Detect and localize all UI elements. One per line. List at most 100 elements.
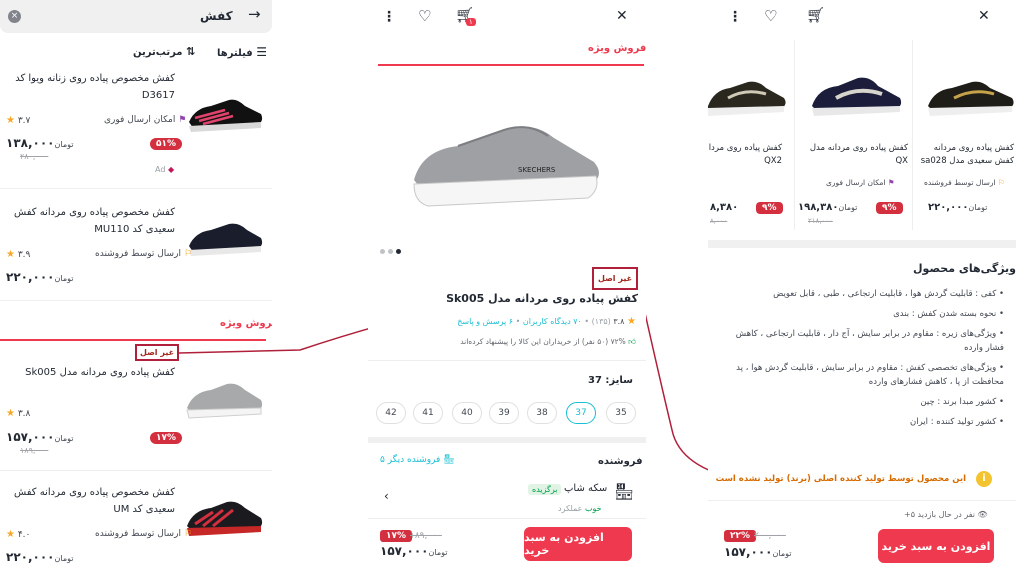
list-item[interactable]: کفش مخصوص پیاده روی مردانه کفش سعیدی کد … [0,200,272,300]
price-value: ۱۹۸,۳۸۰ [798,202,839,213]
more-icon[interactable]: ⋮ [382,10,396,24]
rating-count: (۱۳۵) [591,317,611,326]
back-arrow-icon[interactable]: → [248,7,261,22]
fast-shipping-icon: ⚑ [178,115,187,125]
cart-icon[interactable]: 🛒︎ [806,8,825,23]
feature-item: • کفی : قابلیت گردش هوا ، قابلیت ارتجاعی… [773,289,1004,299]
visitors-row: +۵ نفر در حال بازدید 👁︎ [904,510,988,519]
thumbs-up-icon: 👍︎ [628,337,636,346]
close-icon[interactable]: ✕ [978,9,990,23]
feature-item: • کشور تولید کننده : ایران [910,417,1004,427]
sort-icon: ⇅ [185,45,196,58]
product-main-image: SKECHERS [413,126,599,207]
other-sellers-link[interactable]: ۵ فروشنده دیگر 🏪︎ [380,455,455,465]
product-title: کفش مخصوص پیاده روی زنانه ویوا کد D3617 [15,73,175,101]
section-gap [368,437,646,443]
feature-item: • کشور مبدا برند : چین [920,397,1004,407]
close-icon[interactable]: ✕ [616,9,628,23]
product-title: کفش مخصوص پیاده روی مردانه کفش سعیدی کد … [13,207,175,235]
search-input[interactable]: کفش [200,9,233,23]
ad-icon: ◆ [167,165,175,174]
list-item[interactable]: کفش مخصوص پیاده روی زنانه ویوا کد D3617 … [0,70,272,188]
price-value: ۱۵۷,۰۰۰ [724,545,773,559]
chevron-left-icon: ‹ [384,489,389,503]
eye-icon: 👁︎ [977,510,988,519]
shipping-badge: ارسال توسط فروشنده ⚐ [924,178,1005,187]
discount-badge: ۲۲% [724,530,757,542]
price: تومان۲۲۰,۰۰۰ [6,270,75,284]
size-option-selected[interactable]: 37 [566,402,596,424]
top-bar: ⋮ ♡ 🛒︎ ۱ ✕ [368,0,646,36]
old-price: ۲۱۸,۰۰۰ [808,217,833,225]
divider [0,300,272,301]
section-gap [708,240,1016,248]
rating-value: ۳.۸ [613,317,625,326]
seller-shipping-icon: ⚐ [183,249,192,259]
favorite-icon[interactable]: ♡ [418,9,431,24]
performance-value: خوب [585,504,602,513]
discount-badge: ۹% [756,202,783,214]
old-price: ۱۸۹,۰۰۰ [410,531,442,541]
size-option[interactable]: 40 [452,402,482,424]
info-icon: i [976,471,992,487]
price-value: ۲۲۰,۰۰۰ [6,270,55,284]
carousel-card[interactable]: کفش پیاده روی مردانه مدل QX امکان ارسال … [796,40,912,230]
old-price: ۸,۰۰۰ [710,217,728,225]
add-to-cart-button[interactable]: افزودن به سبد خرید [878,529,994,563]
size-option[interactable]: 38 [527,402,557,424]
rating-value: ۳.۸ [17,409,31,419]
rating: ★ ۳.۷ [6,115,30,126]
special-sale-heading: فروش ویژه [220,318,272,329]
carousel-card[interactable]: کفش پیاده روی مردانه مدل QX2 ۹% ۸,۳۸۰ ۸,… [708,40,794,230]
qa-link[interactable]: ۶ پرسش و پاسخ [457,317,513,326]
product-image [189,99,263,132]
ad-text: Ad [155,165,166,174]
clear-icon[interactable]: × [8,10,21,23]
divider [368,518,646,519]
store-icon: 🏪︎ [614,482,635,501]
star-icon: ★ [6,408,15,419]
rating-row: ★ ۳.۸ (۱۳۵) • ۷۰ دیدگاه کاربران • ۶ پرسش… [457,316,636,327]
svg-text:SKECHERS: SKECHERS [518,166,556,174]
list-item[interactable]: غیر اصل کفش پیاده روی مردانه مدل Sk005 ★… [0,344,272,466]
size-option[interactable]: 39 [489,402,519,424]
search-bar[interactable]: × کفش → [0,0,272,33]
old-price: ۲۰۰,۰۰۰ [754,531,786,541]
product-carousel[interactable]: کفش پیاده روی مردانه کفش سعیدی مدل sa028… [708,40,1016,230]
rating: ★ ۳.۹ [6,249,30,260]
add-to-cart-button[interactable]: افزودن به سبد خرید [524,527,632,561]
seller-name: سکه شاپ [564,483,608,494]
favorite-icon[interactable]: ♡ [764,9,777,24]
reviews-link[interactable]: ۷۰ دیدگاه کاربران [523,317,582,326]
shipping-badge: امکان ارسال فوری ⚑ [104,115,186,125]
price: تومان۱۵۷,۰۰۰ [6,430,75,444]
carousel-card[interactable]: کفش پیاده روی مردانه کفش سعیدی مدل sa028… [914,40,1016,230]
badge-label: امکان ارسال فوری [826,178,886,187]
recommend-text: ۷۲% (۵۰ نفر) از خریداران این کالا را پیش… [460,337,626,346]
list-item[interactable]: کفش مخصوص پیاده روی مردانه کفش سعیدی کد … [0,484,272,578]
image-pager[interactable] [380,246,402,257]
badge-label: ارسال توسط فروشنده [95,529,181,539]
currency-label: تومان [772,549,792,558]
shipping-badge: ارسال توسط فروشنده ⚐ [95,249,192,259]
more-icon[interactable]: ⋮ [728,10,742,24]
not-original-badge: غیر اصل [592,267,638,290]
size-option[interactable]: 41 [413,402,443,424]
product-image [708,81,786,116]
size-option[interactable]: 42 [376,402,406,424]
size-label: سایز: 37 [588,375,633,386]
sort-button[interactable]: مرتب‌ترین ⇅ [133,46,195,58]
discount-badge: ۱۷% [380,530,413,542]
size-option[interactable]: 35 [606,402,636,424]
special-sale-heading: فروش ویژه [588,43,646,54]
divider [708,500,1016,501]
seller-row[interactable]: ‹ برگزیده سکه شاپ 🏪︎ خوب عملکرد [368,478,646,518]
price: تومان۱۹۸,۳۸۰ [798,202,859,213]
features-list: • کفی : قابلیت گردش هوا ، قابلیت ارتجاعی… [718,287,1004,435]
badge-label: ارسال توسط فروشنده [95,249,181,259]
star-icon: ★ [6,115,15,126]
performance-label: عملکرد [558,504,583,513]
price-value: ۱۳۸,۰۰۰ [6,136,55,150]
filters-button[interactable]: فیلترها ☰ [217,46,267,59]
special-sale-underline [378,64,644,66]
